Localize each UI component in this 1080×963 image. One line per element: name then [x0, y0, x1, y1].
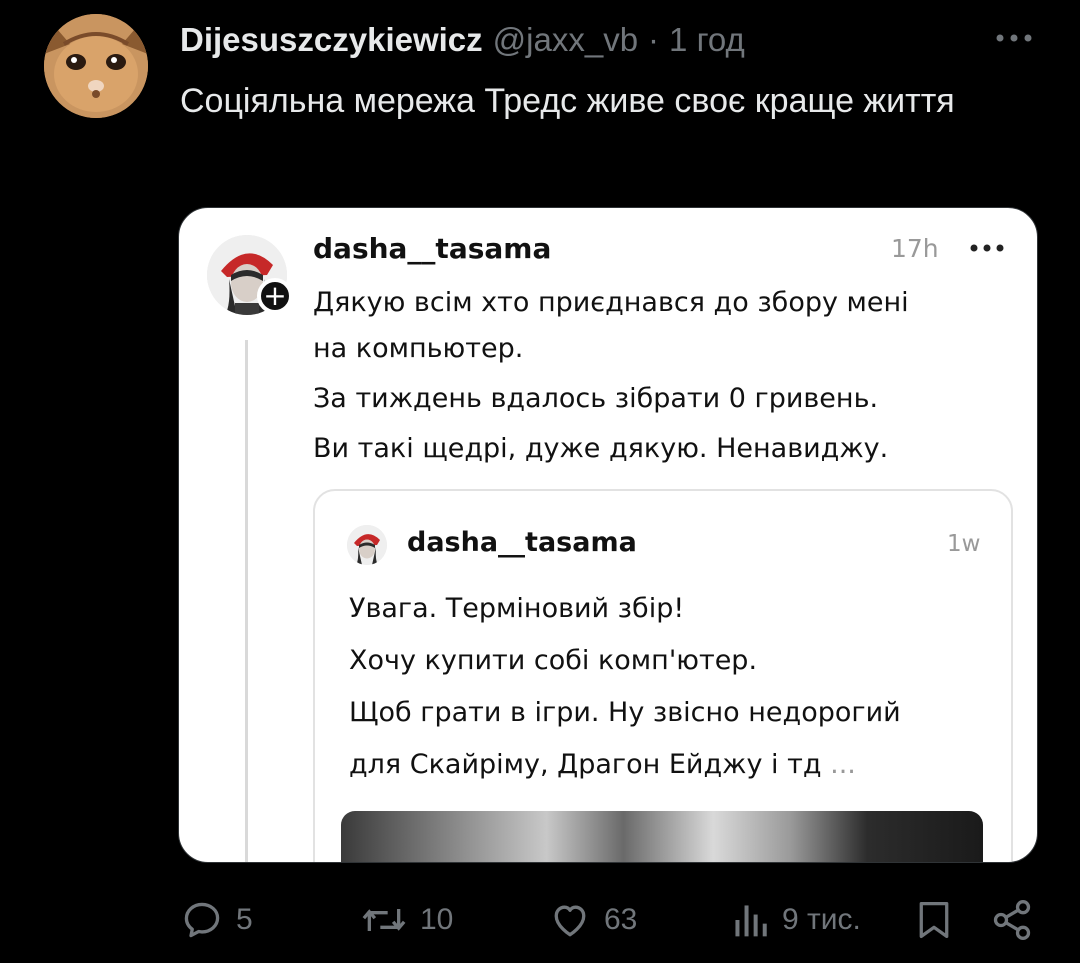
- share-button[interactable]: [990, 890, 1034, 950]
- post-line: на компьютер.: [313, 333, 524, 364]
- follow-plus-icon[interactable]: +: [257, 278, 293, 314]
- thread-line: [245, 340, 248, 862]
- quoted-line: для Скайріму, Драгон Ейджу і тд ...: [349, 739, 989, 791]
- truncation-ellipsis: ...: [830, 749, 856, 780]
- quoted-post: dasha__tasama 1w Увага. Терміновий збір!…: [313, 489, 1013, 862]
- action-bar: 5 10 63 9 тис.: [0, 890, 1080, 954]
- threads-post-text: Дякую всім хто приєднався до збору мені …: [313, 280, 1013, 472]
- cat-avatar-image: [44, 14, 148, 118]
- quoted-line: Увага. Терміновий збір!: [349, 593, 685, 624]
- quoted-user-avatar: [347, 525, 387, 565]
- reply-icon: [184, 902, 220, 938]
- post-line: За тиждень вдалось зібрати 0 гривень.: [313, 383, 879, 414]
- author-avatar[interactable]: [44, 14, 148, 118]
- post-line: Дякую всім хто приєднався до збору мені: [313, 287, 909, 318]
- reply-button[interactable]: 5: [180, 890, 253, 950]
- tweet-text: Соціяльна мережа Тредс живе своє краще ж…: [180, 82, 955, 120]
- tweet-time[interactable]: 1 год: [669, 21, 745, 59]
- like-count: 63: [604, 903, 638, 936]
- reply-count: 5: [236, 903, 253, 936]
- more-icon[interactable]: [994, 28, 1034, 48]
- threads-username: dasha__tasama: [313, 232, 552, 265]
- threads-more-icon: [970, 244, 1004, 252]
- avatar-photo: [347, 525, 387, 565]
- quoted-username: dasha__tasama: [407, 527, 637, 558]
- views-icon: [735, 905, 767, 937]
- quoted-line: Щоб грати в ігри. Ну звісно недорогий: [349, 697, 901, 728]
- quoted-image: [341, 811, 983, 862]
- repost-icon: [362, 909, 406, 931]
- like-icon: [554, 905, 586, 937]
- author-handle[interactable]: @jaxx_vb: [493, 21, 638, 59]
- quoted-post-time: 1w: [947, 531, 981, 557]
- views-count: 9 тис.: [782, 903, 861, 936]
- meta-separator: ·: [648, 21, 660, 58]
- post-line: Ви такі щедрі, дуже дякую. Ненавиджу.: [313, 433, 889, 464]
- repost-button[interactable]: 10: [360, 890, 453, 950]
- like-button[interactable]: 63: [548, 890, 637, 950]
- views-button[interactable]: 9 тис.: [730, 890, 861, 950]
- repost-count: 10: [420, 903, 454, 936]
- author-display-name[interactable]: Dijesuszczykiewicz: [180, 21, 483, 59]
- tweet-header: Dijesuszczykiewicz @jaxx_vb · 1 год: [180, 20, 745, 60]
- quoted-post-text: Увага. Терміновий збір! Хочу купити собі…: [349, 583, 989, 791]
- quoted-line: Хочу купити собі комп'ютер.: [349, 645, 758, 676]
- bookmark-button[interactable]: [914, 890, 954, 950]
- quoted-last-line: для Скайріму, Драгон Ейджу і тд: [349, 749, 822, 780]
- share-icon: [993, 900, 1031, 940]
- bookmark-icon: [919, 902, 949, 938]
- attached-screenshot[interactable]: + dasha__tasama 17h Дякую всім хто приєд…: [178, 207, 1038, 863]
- threads-post-time: 17h: [891, 234, 939, 263]
